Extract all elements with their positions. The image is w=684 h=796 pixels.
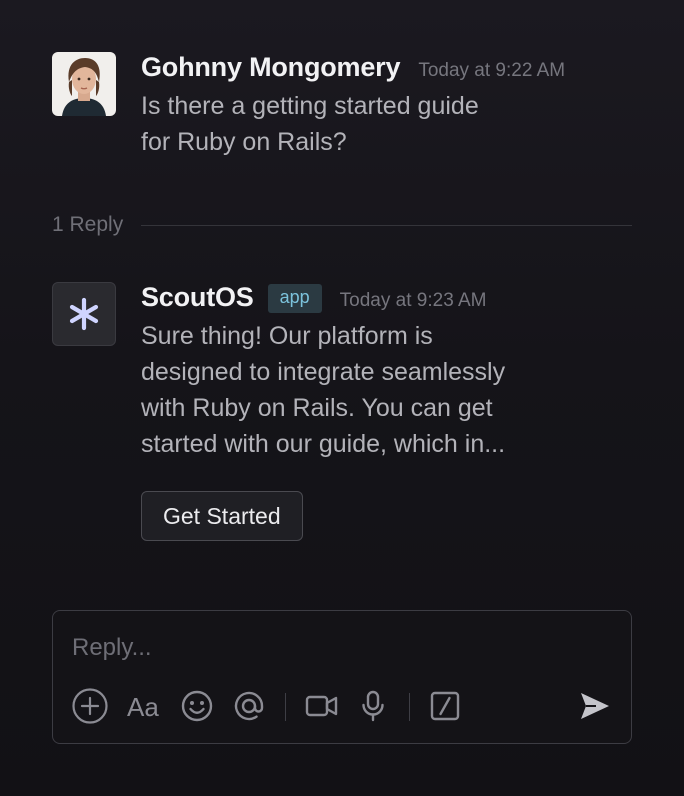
message-content: Gohnny Mongomery Today at 9:22 AM Is the…: [141, 52, 632, 160]
slash-command-button[interactable]: [426, 687, 464, 725]
reply-input[interactable]: [72, 629, 592, 667]
message-header: ScoutOS app Today at 9:23 AM: [141, 282, 632, 314]
emoji-icon: [181, 690, 213, 722]
message-header: Gohnny Mongomery Today at 9:22 AM: [141, 52, 632, 84]
video-icon: [305, 695, 338, 717]
reply-divider: 1 Reply: [52, 210, 632, 240]
toolbar-separator: [285, 693, 286, 721]
microphone-icon: [362, 690, 384, 722]
divider-line: [141, 224, 632, 226]
message-timestamp[interactable]: Today at 9:22 AM: [418, 60, 565, 82]
video-button[interactable]: [303, 687, 341, 725]
svg-text:Aa: Aa: [127, 692, 159, 722]
app-badge: app: [267, 284, 322, 313]
message-content: ScoutOS app Today at 9:23 AM Sure thing!…: [141, 282, 632, 462]
author-name[interactable]: ScoutOS: [141, 282, 254, 313]
reply-composer: Aa: [52, 610, 632, 744]
get-started-button[interactable]: Get Started: [141, 491, 303, 541]
voice-button[interactable]: [354, 687, 392, 725]
toolbar-separator: [409, 693, 410, 721]
emoji-button[interactable]: [178, 687, 216, 725]
text-format-button[interactable]: Aa: [126, 687, 164, 725]
author-name[interactable]: Gohnny Mongomery: [141, 52, 401, 83]
add-attachment-button[interactable]: [71, 687, 109, 725]
send-icon: [581, 693, 609, 719]
message-text: Is there a getting started guide for Rub…: [141, 92, 479, 156]
user-avatar-photo: [52, 52, 116, 116]
slash-command-icon: [430, 691, 460, 721]
plus-circle-icon: [72, 688, 108, 724]
avatar[interactable]: [52, 52, 116, 116]
asterisk-icon: [69, 297, 99, 331]
message-text: Sure thing! Our platform is designed to …: [141, 322, 506, 458]
text-format-icon: Aa: [127, 692, 159, 722]
send-button[interactable]: [575, 687, 615, 725]
mention-icon: [234, 691, 264, 721]
message-timestamp[interactable]: Today at 9:23 AM: [340, 290, 487, 312]
mention-button[interactable]: [230, 687, 268, 725]
reply-count: 1 Reply: [52, 213, 124, 236]
composer-toolbar: Aa: [71, 687, 613, 725]
bot-avatar[interactable]: [52, 282, 116, 346]
